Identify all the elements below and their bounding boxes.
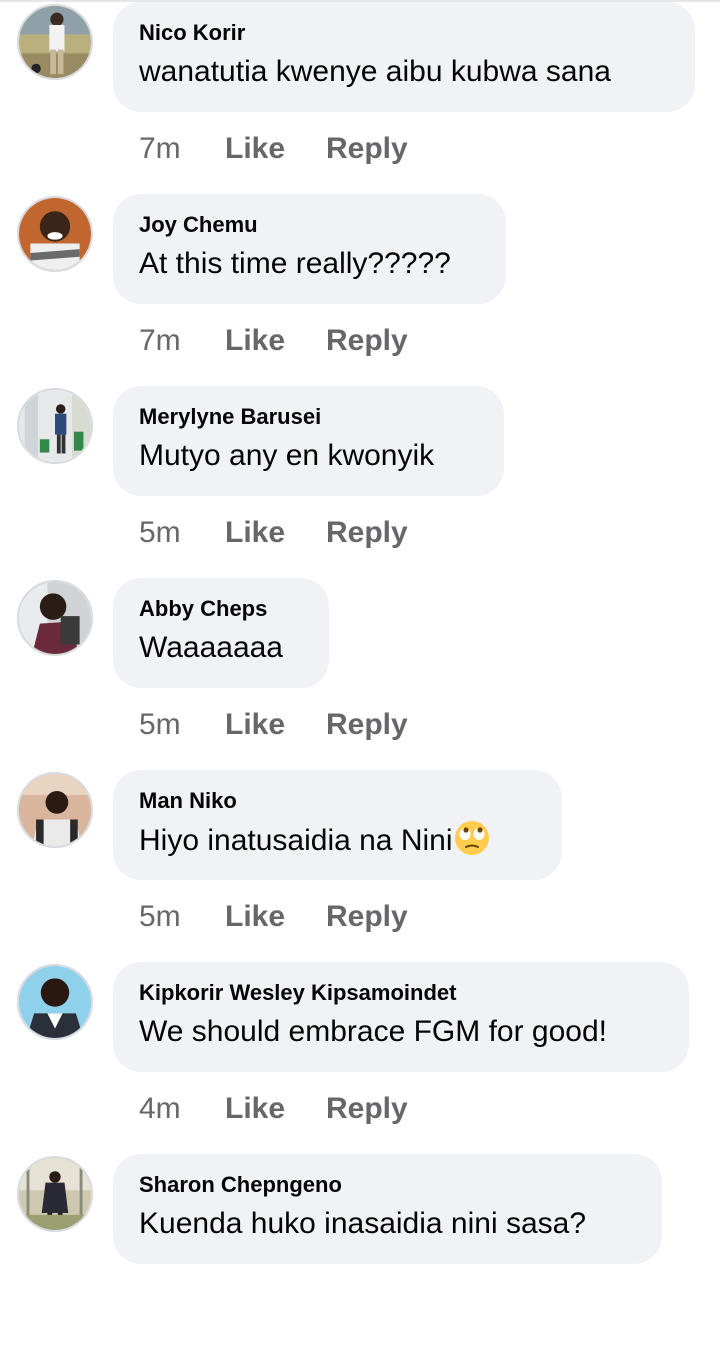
comment-bubble: Sharon Chepngeno Kuenda huko inasaidia n… xyxy=(113,1154,662,1264)
like-button[interactable]: Like xyxy=(225,512,326,554)
avatar[interactable] xyxy=(17,1156,93,1232)
reply-button[interactable]: Reply xyxy=(326,896,408,938)
comment-actions: 5m Like Reply xyxy=(139,512,408,554)
comment-bubble: Nico Korir wanatutia kwenye aibu kubwa s… xyxy=(113,2,695,112)
comment-author[interactable]: Sharon Chepngeno xyxy=(139,1172,636,1198)
comment-text: We should embrace FGM for good! xyxy=(139,1015,607,1048)
avatar[interactable] xyxy=(17,772,93,848)
comment-bubble: Abby Cheps Waaaaaaa xyxy=(113,578,329,688)
comment-bubble: Man Niko Hiyo inatusaidia na Nini xyxy=(113,770,562,880)
comment-time[interactable]: 7m xyxy=(139,128,225,170)
reply-button[interactable]: Reply xyxy=(326,320,408,362)
avatar[interactable] xyxy=(17,580,93,656)
comment-time[interactable]: 7m xyxy=(139,320,225,362)
reply-button[interactable]: Reply xyxy=(326,128,408,170)
profile-photo xyxy=(19,582,91,654)
comment-author[interactable]: Nico Korir xyxy=(139,20,669,46)
face-with-rolling-eyes-icon xyxy=(454,821,489,855)
comment-time[interactable]: 4m xyxy=(139,1088,225,1130)
like-button[interactable]: Like xyxy=(225,128,326,170)
avatar[interactable] xyxy=(17,196,93,272)
comment-item: Nico Korir wanatutia kwenye aibu kubwa s… xyxy=(0,2,720,194)
comment-actions: 5m Like Reply xyxy=(139,896,408,938)
avatar[interactable] xyxy=(17,388,93,464)
comment-time[interactable]: 5m xyxy=(139,512,225,554)
comment-item: Joy Chemu At this time really????? 7m Lik… xyxy=(0,194,720,386)
comment-text: At this time really????? xyxy=(139,247,451,280)
comment-item: Sharon Chepngeno Kuenda huko inasaidia n… xyxy=(0,1154,720,1346)
comment-actions: 5m Like Reply xyxy=(139,704,408,746)
comment-text: Mutyo any en kwonyik xyxy=(139,439,435,472)
reply-button[interactable]: Reply xyxy=(326,512,408,554)
comment-bubble: Kipkorir Wesley Kipsamoindet We should e… xyxy=(113,962,689,1072)
comment-bubble: Joy Chemu At this time really????? xyxy=(113,194,506,304)
comment-text: Hiyo inatusaidia na Nini xyxy=(139,824,453,857)
comment-time[interactable]: 5m xyxy=(139,896,225,938)
comment-item: Abby Cheps Waaaaaaa 5m Like Reply xyxy=(0,578,720,770)
comment-author[interactable]: Man Niko xyxy=(139,788,536,814)
comment-bubble: Merylyne Barusei Mutyo any en kwonyik xyxy=(113,386,504,496)
comment-text-line: Hiyo inatusaidia na Nini xyxy=(139,820,536,861)
comment-author[interactable]: Joy Chemu xyxy=(139,212,480,238)
avatar[interactable] xyxy=(17,964,93,1040)
comment-item: Merylyne Barusei Mutyo any en kwonyik 5m… xyxy=(0,386,720,578)
profile-photo xyxy=(19,966,91,1038)
comment-author[interactable]: Abby Cheps xyxy=(139,596,303,622)
like-button[interactable]: Like xyxy=(225,704,326,746)
comment-author[interactable]: Merylyne Barusei xyxy=(139,404,478,430)
like-button[interactable]: Like xyxy=(225,1088,326,1130)
comment-text: Kuenda huko inasaidia nini sasa? xyxy=(139,1207,586,1240)
profile-photo xyxy=(19,6,91,78)
comment-item: Man Niko Hiyo inatusaidia na Nini 5m Like… xyxy=(0,770,720,962)
comment-actions: 4m Like Reply xyxy=(139,1088,408,1130)
comment-author[interactable]: Kipkorir Wesley Kipsamoindet xyxy=(139,980,663,1006)
like-button[interactable]: Like xyxy=(225,896,326,938)
comment-actions: 7m Like Reply xyxy=(139,320,408,362)
profile-photo xyxy=(19,1158,91,1230)
reply-button[interactable]: Reply xyxy=(326,704,408,746)
like-button[interactable]: Like xyxy=(225,320,326,362)
comment-actions: 7m Like Reply xyxy=(139,128,408,170)
comment-text: wanatutia kwenye aibu kubwa sana xyxy=(139,55,611,88)
profile-photo xyxy=(19,774,91,846)
avatar[interactable] xyxy=(17,4,93,80)
reply-button[interactable]: Reply xyxy=(326,1088,408,1130)
profile-photo xyxy=(19,390,91,462)
comment-time[interactable]: 5m xyxy=(139,704,225,746)
profile-photo xyxy=(19,198,91,270)
comment-text: Waaaaaaa xyxy=(139,631,283,664)
comment-item: Kipkorir Wesley Kipsamoindet We should e… xyxy=(0,962,720,1154)
